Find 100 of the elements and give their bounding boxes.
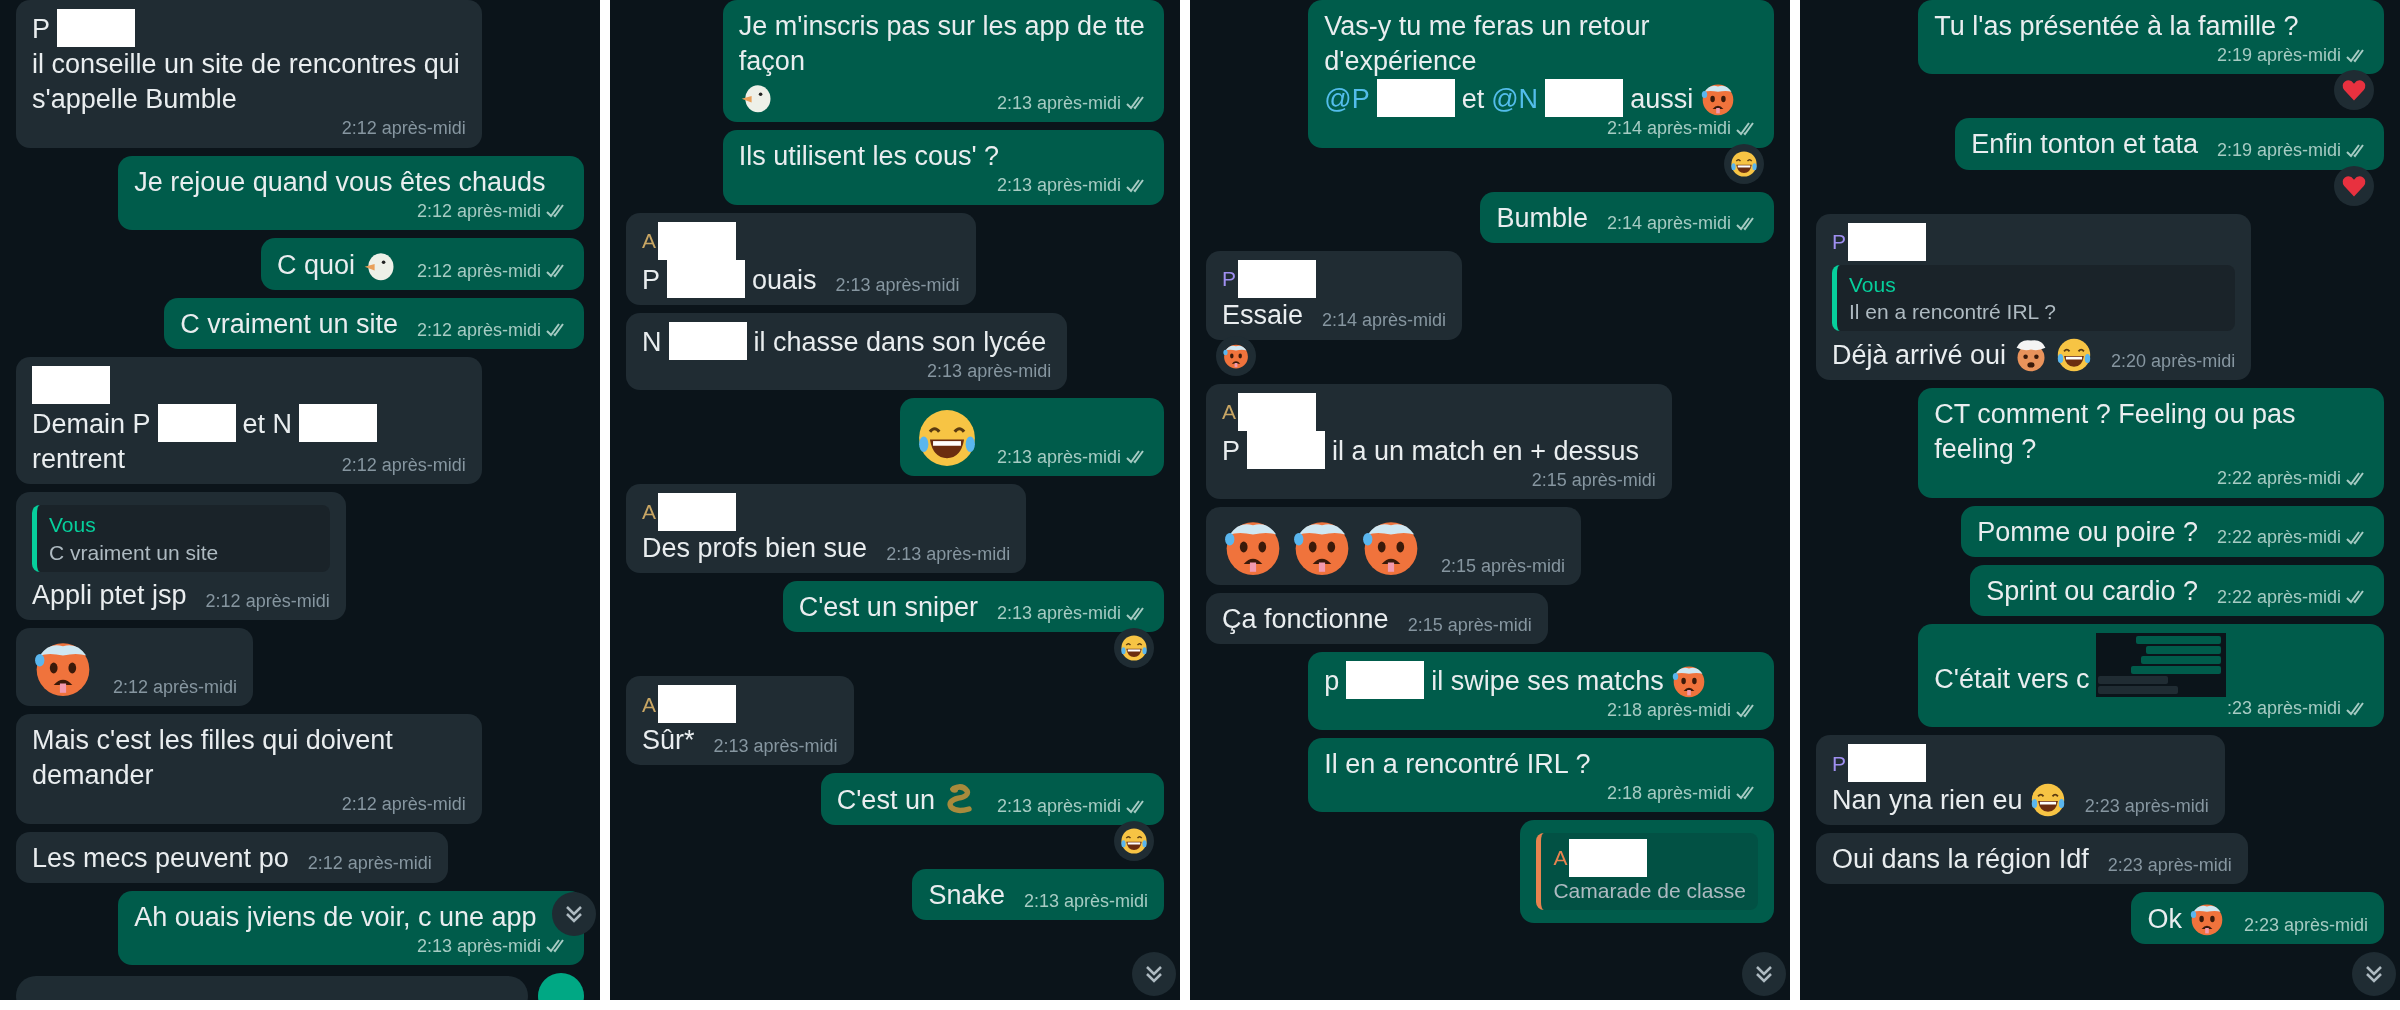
message-text: Des profs bien sue xyxy=(642,532,868,566)
scroll-down-button[interactable] xyxy=(1132,952,1176,996)
timestamp: 2:12 après-midi xyxy=(113,675,238,699)
message-text: Il en a rencontré IRL ? xyxy=(1324,747,1591,781)
laughing-emoji-icon xyxy=(1730,149,1758,178)
quote-author: Vous xyxy=(1849,271,1896,298)
laughing-emoji-icon xyxy=(2056,337,2093,374)
laughing-emoji-icon xyxy=(1120,634,1148,663)
quote-text: Camarade de classe xyxy=(1553,878,1746,905)
timestamp: 2:13 après-midi xyxy=(996,601,1121,625)
sender-name: A xyxy=(642,691,656,718)
message-text: C vraiment un site xyxy=(180,308,398,342)
message-text: ouais xyxy=(752,263,817,297)
sender-name: A xyxy=(642,499,656,526)
message-text: Oui dans la région Idf xyxy=(1832,843,2089,877)
timestamp: 2:18 après-midi xyxy=(1606,781,1731,805)
message-text: Demain P xyxy=(32,408,151,442)
message-text: Nan yna rien eu xyxy=(1832,784,2023,818)
message-text: Tu l'as présentée à la famille ? xyxy=(1934,10,2299,43)
message-text: Ça fonctionne xyxy=(1222,603,1389,637)
timestamp: 2:12 après-midi xyxy=(341,117,466,141)
message-text: Ok xyxy=(2147,903,2182,937)
message-text: il swipe ses matchs xyxy=(1431,665,1664,699)
timestamp: 2:15 après-midi xyxy=(1407,613,1532,637)
message-text: p xyxy=(1324,665,1340,699)
message-text: Les mecs peuvent po xyxy=(32,841,289,875)
message-text: C'était vers c xyxy=(1934,662,2090,696)
timestamp: 2:23 après-midi xyxy=(2107,854,2232,878)
timestamp: 2:13 après-midi xyxy=(886,542,1011,566)
sender-name: A xyxy=(1222,399,1236,426)
message-text: C'est un xyxy=(836,784,935,818)
scroll-down-button[interactable] xyxy=(2352,952,2396,996)
message-text: Essaie xyxy=(1222,298,1304,332)
quote-author: A xyxy=(1553,845,1568,872)
message-text: P xyxy=(1222,434,1240,468)
timestamp: 2:22 après-midi xyxy=(2216,526,2341,550)
timestamp: 2:13 après-midi xyxy=(996,91,1121,115)
sender-name: P xyxy=(1832,750,1846,777)
message-text: Pomme ou poire ? xyxy=(1977,515,2198,549)
timestamp: 2:15 après-midi xyxy=(1531,468,1656,492)
timestamp: 2:19 après-midi xyxy=(2216,139,2341,163)
message-text: P xyxy=(32,12,50,46)
message-text: CT comment ? Feeling ou pas feeling ? xyxy=(1934,398,2297,467)
timestamp: 2:13 après-midi xyxy=(996,174,1121,198)
sender-name: P xyxy=(1832,228,1846,255)
message-text: il chasse dans son lycée xyxy=(753,325,1047,359)
timestamp: 2:13 après-midi xyxy=(1023,890,1148,914)
timestamp: 2:12 après-midi xyxy=(416,199,541,223)
message-text: et xyxy=(1461,83,1485,117)
timestamp: 2:13 après-midi xyxy=(996,794,1121,818)
timestamp: 2:22 après-midi xyxy=(2216,585,2341,609)
timestamp: 2:14 après-midi xyxy=(1322,309,1447,333)
message-text: Sûr* xyxy=(642,724,695,758)
message-text: Déjà arrivé oui xyxy=(1832,339,2007,373)
message-text: C'est un sniper xyxy=(798,591,978,625)
message-text: Ah ouais jviens de voir, c une app xyxy=(134,900,537,934)
double-chevron-down-icon xyxy=(1143,963,1165,985)
quote-author: Vous xyxy=(49,512,96,539)
timestamp: 2:13 après-midi xyxy=(927,359,1052,383)
timestamp: 2:12 après-midi xyxy=(416,259,541,283)
mention-link[interactable]: @N xyxy=(1491,82,1539,118)
timestamp: 2:13 après-midi xyxy=(835,274,960,298)
quote-text: Il en a rencontré IRL ? xyxy=(1849,298,2057,325)
timestamp: 2:18 après-midi xyxy=(1606,699,1731,723)
message-text: Mais c'est les filles qui doivent demander xyxy=(32,723,394,793)
double-chevron-down-icon xyxy=(2363,963,2385,985)
timestamp: 2:12 après-midi xyxy=(341,453,466,477)
timestamp: 2:13 après-midi xyxy=(416,934,541,958)
message-text: Bumble xyxy=(1496,201,1588,235)
timestamp: 2:20 après-midi xyxy=(2111,349,2236,373)
quote-text: C vraiment un site xyxy=(49,539,220,566)
laughing-emoji-icon xyxy=(1120,827,1148,856)
message-text: il a un match en + dessus xyxy=(1332,434,1639,468)
mention-link[interactable]: @P xyxy=(1324,82,1370,118)
message-text: il conseille un site de rencontres qui s'appelle Bumble xyxy=(32,48,461,117)
scroll-down-button[interactable] xyxy=(552,892,596,936)
timestamp: 2:12 après-midi xyxy=(416,318,541,342)
timestamp: 2:12 après-midi xyxy=(341,793,466,817)
timestamp: 2:22 après-midi xyxy=(2216,467,2341,491)
message-text: Je m'inscris pas sur les app de tte façon xyxy=(738,10,1146,79)
message-text: P xyxy=(642,263,660,297)
message-text: aussi xyxy=(1630,83,1694,117)
timestamp: 2:13 après-midi xyxy=(713,734,838,758)
sender-name: P xyxy=(1222,266,1236,292)
message-text: Sprint ou cardio ? xyxy=(1986,574,2198,608)
message-text: Enfin tonton et tata xyxy=(1971,128,2198,162)
timestamp: 2:15 après-midi xyxy=(1441,554,1566,578)
message-text: et N xyxy=(242,408,293,442)
scroll-down-button[interactable] xyxy=(1742,952,1786,996)
timestamp: 2:23 après-midi xyxy=(2243,914,2368,938)
message-text: Appli ptet jsp xyxy=(32,578,187,612)
timestamp: :23 après-midi xyxy=(2226,696,2341,720)
double-chevron-down-icon xyxy=(563,903,585,925)
timestamp: 2:13 après-midi xyxy=(996,445,1121,469)
sender-name: A xyxy=(642,228,656,254)
message-text: Je rejoue quand vous êtes chauds xyxy=(134,165,546,199)
timestamp: 2:14 après-midi xyxy=(1606,117,1731,141)
timestamp: 2:12 après-midi xyxy=(205,589,330,613)
message-text: Snake xyxy=(928,879,1005,913)
timestamp: 2:14 après-midi xyxy=(1606,212,1731,236)
